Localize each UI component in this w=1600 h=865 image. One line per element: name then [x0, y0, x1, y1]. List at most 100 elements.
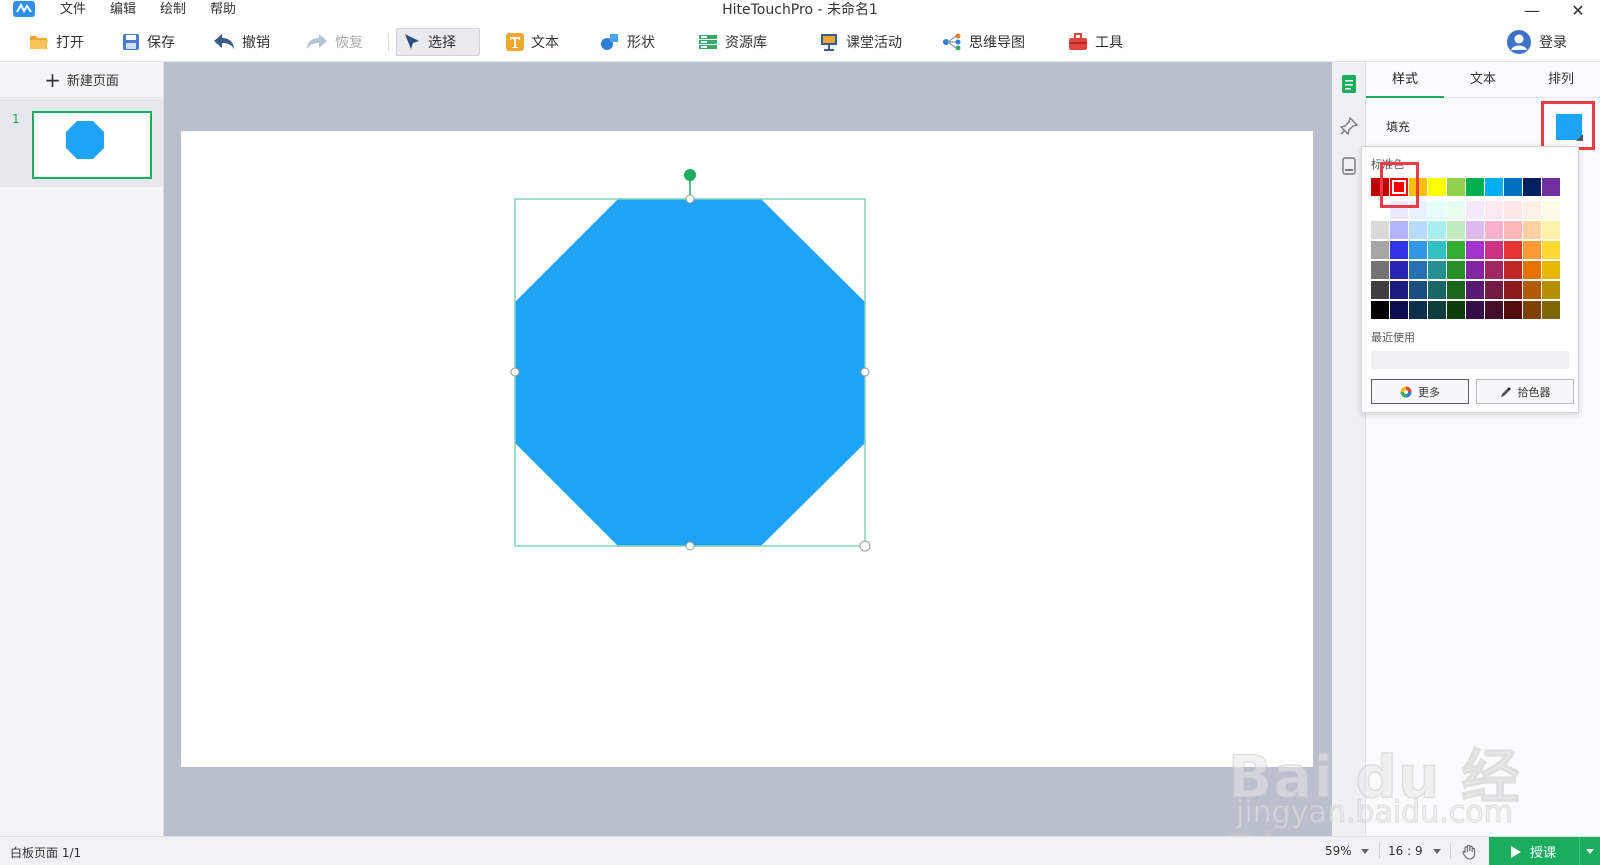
present-main[interactable]: 授课 [1489, 837, 1579, 865]
ratio-dropdown-icon[interactable] [1433, 849, 1441, 854]
shade-color-swatch[interactable] [1390, 221, 1408, 239]
shade-color-swatch[interactable] [1504, 241, 1522, 259]
standard-color-swatch[interactable] [1504, 178, 1522, 196]
resize-handle-right[interactable] [860, 367, 870, 377]
page-settings-icon[interactable] [1339, 156, 1359, 176]
standard-color-swatch[interactable] [1447, 178, 1465, 196]
shade-color-swatch[interactable] [1485, 301, 1503, 319]
save-button[interactable]: 保存 [116, 28, 181, 56]
standard-color-swatch[interactable] [1542, 178, 1560, 196]
shade-color-swatch[interactable] [1428, 281, 1446, 299]
new-page-button[interactable]: + 新建页面 [0, 62, 163, 98]
shade-color-swatch[interactable] [1409, 281, 1427, 299]
shade-color-swatch[interactable] [1371, 261, 1389, 279]
undo-button[interactable]: 撤销 [207, 28, 276, 56]
shade-color-swatch[interactable] [1409, 241, 1427, 259]
shade-color-swatch[interactable] [1485, 221, 1503, 239]
tools-button[interactable]: 工具 [1062, 28, 1129, 56]
shade-color-swatch[interactable] [1409, 221, 1427, 239]
shade-color-swatch[interactable] [1447, 301, 1465, 319]
shade-color-swatch[interactable] [1371, 301, 1389, 319]
pin-icon[interactable] [1339, 116, 1359, 136]
resize-handle-bottom[interactable] [685, 541, 695, 551]
shade-color-swatch[interactable] [1466, 301, 1484, 319]
resize-handle-left[interactable] [510, 367, 520, 377]
shade-color-swatch[interactable] [1447, 281, 1465, 299]
menu-file[interactable]: 文件 [60, 1, 86, 19]
shade-color-swatch[interactable] [1428, 241, 1446, 259]
shade-color-swatch[interactable] [1542, 281, 1560, 299]
present-button[interactable]: 授课 [1489, 837, 1600, 865]
page-thumbnail[interactable] [32, 111, 152, 179]
resize-handle-corner[interactable] [859, 540, 871, 552]
shade-color-swatch[interactable] [1466, 201, 1484, 219]
text-button[interactable]: 文本 [500, 28, 565, 56]
shade-color-swatch[interactable] [1447, 221, 1465, 239]
minimize-button[interactable]: — [1512, 0, 1552, 20]
shade-color-swatch[interactable] [1523, 301, 1541, 319]
shade-color-swatch[interactable] [1485, 201, 1503, 219]
shade-color-swatch[interactable] [1504, 301, 1522, 319]
tab-arrange[interactable]: 排列 [1522, 62, 1600, 98]
shade-color-swatch[interactable] [1371, 281, 1389, 299]
shade-color-swatch[interactable] [1390, 281, 1408, 299]
shade-color-swatch[interactable] [1523, 261, 1541, 279]
zoom-dropdown-icon[interactable] [1361, 849, 1369, 854]
shade-color-swatch[interactable] [1371, 221, 1389, 239]
open-button[interactable]: 打开 [23, 28, 90, 56]
standard-color-swatch[interactable] [1485, 178, 1503, 196]
shade-color-swatch[interactable] [1485, 281, 1503, 299]
page-list-item[interactable]: 1 [0, 99, 163, 187]
present-dropdown[interactable] [1579, 837, 1600, 865]
more-colors-button[interactable]: 更多 [1371, 379, 1469, 404]
shade-color-swatch[interactable] [1390, 301, 1408, 319]
shade-color-swatch[interactable] [1466, 241, 1484, 259]
shade-color-swatch[interactable] [1447, 261, 1465, 279]
shade-color-swatch[interactable] [1428, 261, 1446, 279]
standard-color-swatch[interactable] [1428, 178, 1446, 196]
shade-color-swatch[interactable] [1466, 281, 1484, 299]
shade-color-swatch[interactable] [1523, 281, 1541, 299]
shade-color-swatch[interactable] [1485, 241, 1503, 259]
shade-color-swatch[interactable] [1409, 261, 1427, 279]
shade-color-swatch[interactable] [1466, 221, 1484, 239]
standard-color-swatch[interactable] [1466, 178, 1484, 196]
hand-gesture-icon[interactable] [1460, 843, 1478, 861]
menu-edit[interactable]: 编辑 [110, 1, 136, 19]
properties-icon[interactable] [1339, 74, 1359, 94]
resources-button[interactable]: 资源库 [692, 28, 773, 56]
shade-color-swatch[interactable] [1371, 241, 1389, 259]
shade-color-swatch[interactable] [1542, 241, 1560, 259]
shade-color-swatch[interactable] [1542, 261, 1560, 279]
tab-text[interactable]: 文本 [1444, 62, 1522, 98]
shade-color-swatch[interactable] [1390, 241, 1408, 259]
shade-color-swatch[interactable] [1542, 301, 1560, 319]
shade-color-swatch[interactable] [1447, 241, 1465, 259]
shade-color-swatch[interactable] [1428, 201, 1446, 219]
tab-style[interactable]: 样式 [1366, 62, 1444, 98]
aspect-ratio[interactable]: 16 : 9 [1388, 844, 1423, 858]
eyedropper-button[interactable]: 拾色器 [1476, 379, 1574, 404]
redo-button[interactable]: 恢复 [300, 28, 369, 56]
shade-color-swatch[interactable] [1523, 241, 1541, 259]
rotate-handle[interactable] [684, 169, 696, 181]
shade-color-swatch[interactable] [1390, 261, 1408, 279]
shade-color-swatch[interactable] [1428, 301, 1446, 319]
login-button[interactable]: 登录 [1507, 28, 1567, 56]
shade-color-swatch[interactable] [1485, 261, 1503, 279]
shade-color-swatch[interactable] [1409, 301, 1427, 319]
menu-help[interactable]: 帮助 [210, 1, 236, 19]
shade-color-swatch[interactable] [1504, 261, 1522, 279]
shade-color-swatch[interactable] [1447, 201, 1465, 219]
shade-color-swatch[interactable] [1542, 201, 1560, 219]
zoom-level[interactable]: 59% [1325, 844, 1352, 858]
shade-color-swatch[interactable] [1504, 201, 1522, 219]
shade-color-swatch[interactable] [1523, 201, 1541, 219]
shade-color-swatch[interactable] [1523, 221, 1541, 239]
close-button[interactable]: ✕ [1558, 0, 1598, 20]
whiteboard[interactable] [181, 131, 1313, 767]
standard-color-swatch[interactable] [1523, 178, 1541, 196]
shade-color-swatch[interactable] [1542, 221, 1560, 239]
shade-color-swatch[interactable] [1504, 221, 1522, 239]
shade-color-swatch[interactable] [1504, 281, 1522, 299]
